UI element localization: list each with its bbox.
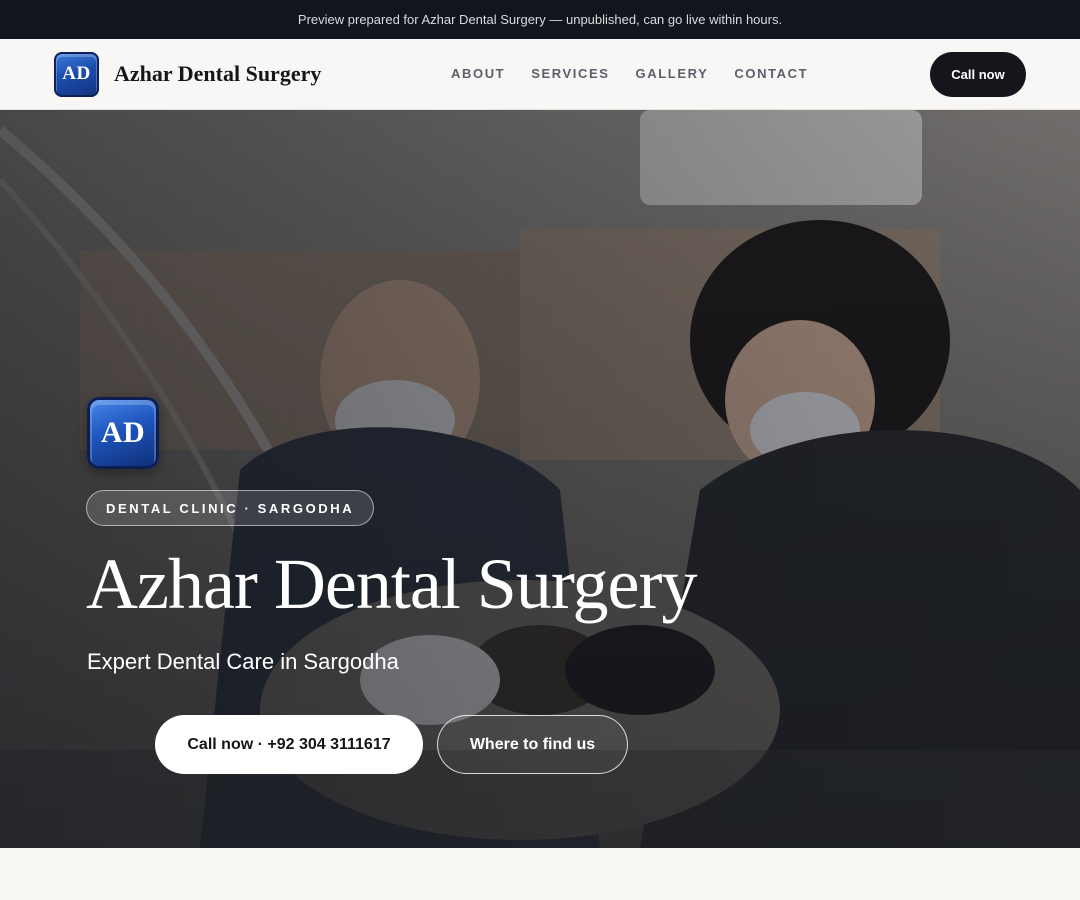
hero-title: Azhar Dental Surgery [86, 544, 697, 624]
hero-category-tag: DENTAL CLINIC · SARGODHA [86, 490, 375, 526]
nav-about[interactable]: ABOUT [451, 66, 505, 81]
where-to-find-us-button[interactable]: Where to find us [437, 715, 628, 774]
hero-logo-icon: AD [87, 397, 159, 469]
preview-banner-text: Preview prepared for Azhar Dental Surger… [297, 12, 783, 27]
hero-section: AD DENTAL CLINIC · SARGODHA Azhar Dental… [0, 110, 1080, 848]
header-call-button[interactable]: Call now [930, 52, 1026, 97]
brand-home-link[interactable]: AD Azhar Dental Surgery [54, 51, 321, 97]
preview-banner: Preview prepared for Azhar Dental Surger… [0, 0, 1080, 39]
nav-gallery[interactable]: GALLERY [636, 66, 709, 81]
hero-subtitle: Expert Dental Care in Sargodha [87, 649, 399, 674]
nav-contact[interactable]: CONTACT [734, 66, 808, 81]
nav-services[interactable]: SERVICES [531, 66, 609, 81]
main-nav: ABOUT SERVICES GALLERY CONTACT [451, 66, 808, 81]
hero-call-button[interactable]: Call now · +92 304 3111617 [155, 715, 423, 774]
brand-name: Azhar Dental Surgery [114, 61, 322, 86]
next-section-start [0, 848, 1080, 900]
site-header: AD Azhar Dental Surgery ABOUT SERVICES G… [0, 39, 1080, 110]
logo-icon: AD [54, 51, 99, 97]
